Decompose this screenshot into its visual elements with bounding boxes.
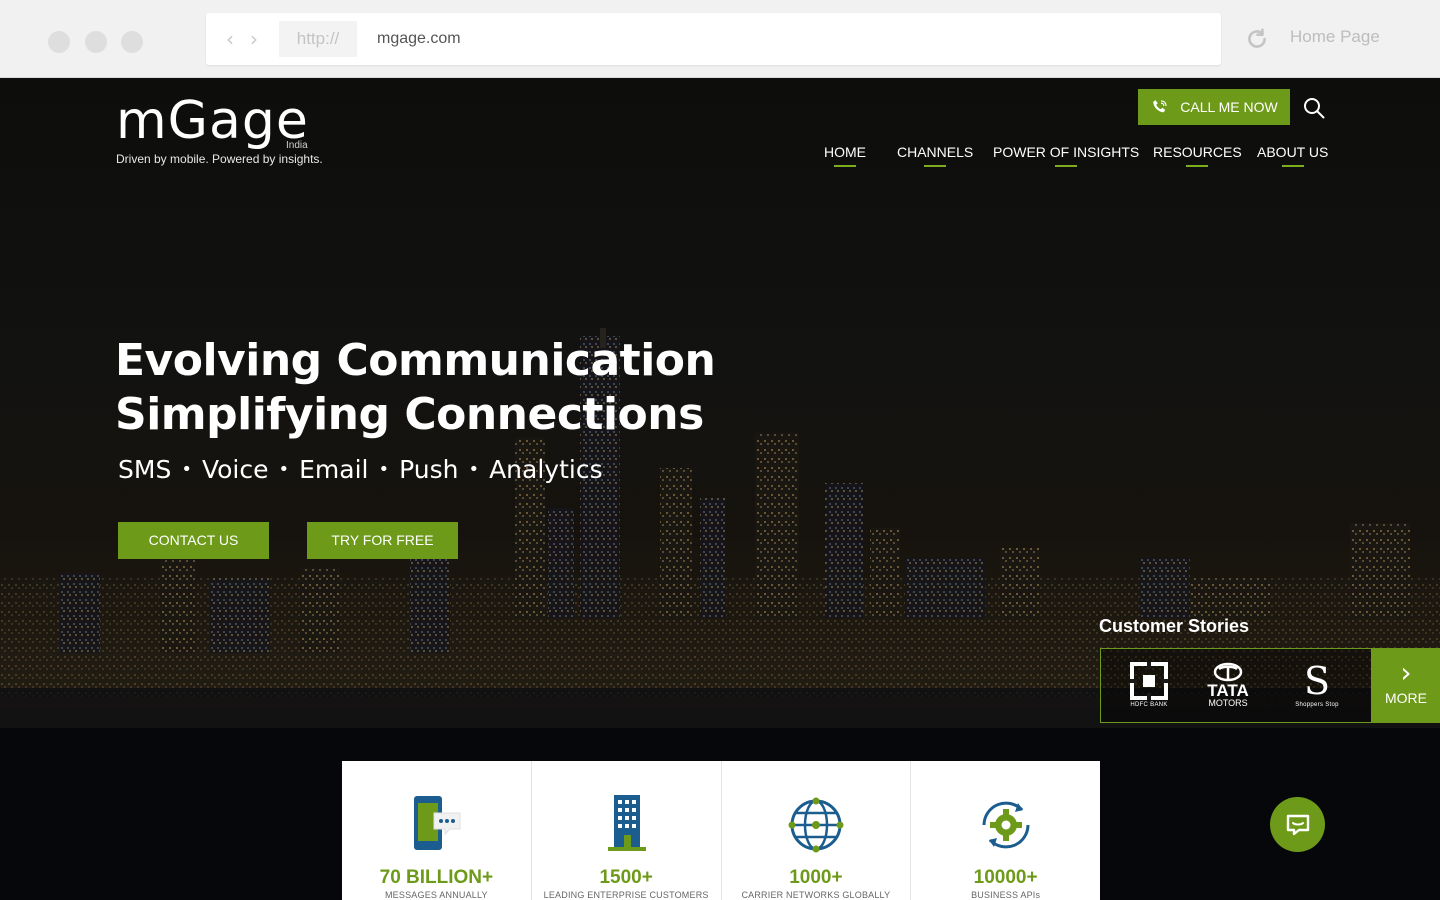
chat-button[interactable] [1270, 797, 1325, 852]
headline-line-2: Simplifying Connections [115, 389, 704, 440]
service-push: Push [399, 455, 459, 484]
gear-sync-icon [982, 801, 1030, 849]
browser-chrome: ‹ › http:// mgage.com Home Page [0, 0, 1440, 78]
phone-call-icon [1153, 100, 1167, 113]
shoppers-stop-logo[interactable]: S Shoppers Stop [1282, 659, 1352, 711]
stat-customers: 1500+ LEADING ENTERPRISE CUSTOMERS [532, 761, 722, 900]
separator: • [278, 459, 290, 480]
back-arrow-icon[interactable]: ‹ [226, 27, 234, 51]
url-text[interactable]: mgage.com [377, 13, 461, 65]
stats-panel: 70 BILLION+ MESSAGES ANNUALLY 1500+ LEAD… [342, 761, 1100, 900]
hdfc-bank-logo[interactable]: HDFC BANK [1114, 659, 1184, 711]
forward-arrow-icon[interactable]: › [250, 27, 258, 51]
mobile-message-icon [414, 796, 461, 850]
nav-power-of-insights[interactable]: POWER OF INSIGHTS [993, 144, 1139, 167]
address-bar[interactable]: ‹ › http:// mgage.com [206, 13, 1221, 65]
more-label: MORE [1385, 690, 1427, 706]
call-me-now-button[interactable]: CALL ME NOW [1138, 89, 1290, 125]
tata-motors-caption: MOTORS [1208, 698, 1248, 708]
window-close-dot[interactable] [48, 31, 70, 53]
stat-value: 70 BILLION+ [379, 867, 494, 888]
stat-label: LEADING ENTERPRISE CUSTOMERS [543, 890, 709, 900]
chat-bubble-icon [1286, 814, 1309, 835]
tata-motors-logo[interactable]: TATA MOTORS [1193, 659, 1263, 711]
tata-wordmark: TATA [1207, 681, 1249, 700]
stat-label: BUSINESS APIs [971, 890, 1041, 900]
stat-messages: 70 BILLION+ MESSAGES ANNUALLY [342, 761, 532, 900]
customer-stories-title: Customer Stories [1099, 616, 1250, 636]
mgage-logo[interactable]: mGage India Driven by mobile. Powered by… [116, 92, 323, 166]
headline-line-1: Evolving Communication [115, 335, 716, 386]
separator: • [181, 459, 192, 480]
hdfc-bank-icon [1130, 662, 1168, 700]
building-icon [608, 795, 647, 851]
service-email: Email [299, 455, 369, 484]
stat-value: 1500+ [599, 867, 653, 888]
globe-network-icon [788, 797, 844, 853]
stat-value: 1000+ [789, 867, 843, 888]
tata-emblem-icon [1213, 662, 1243, 682]
shoppers-stop-caption: Shoppers Stop [1295, 702, 1339, 708]
hdfc-bank-caption: HDFC BANK [1130, 702, 1168, 708]
reload-icon[interactable] [1244, 26, 1270, 52]
customer-stories-more-button[interactable]: › MORE [1372, 648, 1440, 723]
call-me-now-label: CALL ME NOW [1180, 99, 1278, 115]
logo-region: India [286, 140, 308, 151]
separator: • [378, 459, 390, 480]
separator: • [468, 459, 480, 480]
try-for-free-button[interactable]: TRY FOR FREE [307, 522, 458, 559]
stat-apis: 10000+ BUSINESS APIs [911, 761, 1100, 900]
stat-label: CARRIER NETWORKS GLOBALLY [741, 890, 891, 900]
customer-stories-strip: HDFC BANK TATA MOTORS S Shoppers Stop [1100, 648, 1372, 723]
hero-headline: Evolving Communication Simplifying Conne… [115, 334, 716, 442]
shoppers-stop-monogram: S [1303, 659, 1331, 703]
logo-tagline: Driven by mobile. Powered by insights. [116, 152, 323, 166]
stat-networks: 1000+ CARRIER NETWORKS GLOBALLY [722, 761, 912, 900]
service-voice: Voice [201, 455, 269, 484]
service-analytics: Analytics [489, 455, 603, 484]
window-maximize-dot[interactable] [121, 31, 143, 53]
services-list: SMS • Voice • Email • Push • Analytics [118, 455, 603, 484]
hero-section: mGage India Driven by mobile. Powered by… [0, 78, 1440, 900]
contact-us-button[interactable]: CONTACT US [118, 522, 269, 559]
service-sms: SMS [118, 455, 172, 484]
nav-channels[interactable]: CHANNELS [897, 144, 973, 167]
stat-label: MESSAGES ANNUALLY [384, 890, 488, 900]
home-page-link[interactable]: Home Page [1290, 27, 1380, 47]
nav-about-us[interactable]: ABOUT US [1257, 144, 1328, 167]
search-icon[interactable] [1302, 96, 1326, 120]
nav-resources[interactable]: RESOURCES [1153, 144, 1242, 167]
nav-home[interactable]: HOME [824, 144, 866, 167]
stat-value: 10000+ [973, 867, 1038, 888]
window-minimize-dot[interactable] [85, 31, 107, 53]
chevron-right-icon: › [1400, 656, 1412, 689]
url-protocol: http:// [279, 21, 357, 57]
